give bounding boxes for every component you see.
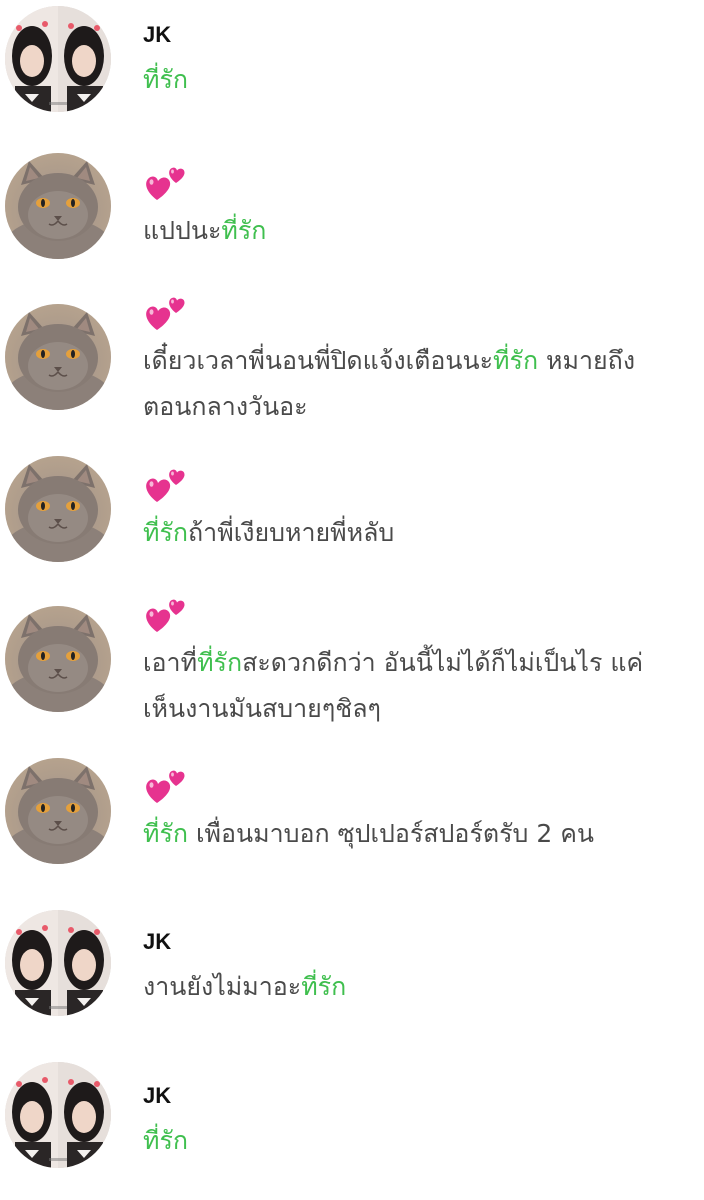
message-segment: เห็นงานมันสบายๆชิลๆ — [143, 694, 381, 723]
highlighted-keyword: ที่รัก — [143, 65, 189, 94]
message-content: JK ที่รัก — [143, 1083, 694, 1164]
message-content: เดี๋ยวเวลาพี่นอนพี่ปิดแจ้งเตือนนะที่รัก … — [143, 292, 694, 430]
highlighted-keyword: ที่รัก — [197, 648, 243, 677]
jk-photo-avatar[interactable] — [5, 1062, 111, 1168]
message-segment: เอาที่ — [143, 648, 198, 677]
message-segment: ตอนกลางวันอะ — [143, 392, 308, 421]
message-segment: เพื่อนมาบอก ซุปเปอร์สปอร์ตรับ 2 คน — [188, 819, 595, 848]
message-text[interactable]: ที่รัก — [143, 1118, 694, 1164]
highlighted-keyword: ที่รัก — [493, 346, 539, 375]
jk-photo-avatar[interactable] — [5, 6, 111, 112]
message-content: JK งานยังไม่มาอะที่รัก — [143, 929, 694, 1010]
cat-avatar[interactable] — [5, 606, 111, 712]
highlighted-keyword: ที่รัก — [143, 518, 189, 547]
two-hearts-icon — [143, 162, 187, 202]
sender-name: JK — [143, 929, 172, 954]
sender-name: JK — [143, 1083, 172, 1108]
jk-photo-avatar[interactable] — [5, 910, 111, 1016]
message-text[interactable]: งานยังไม่มาอะที่รัก — [143, 964, 694, 1010]
message-text[interactable]: แปปนะที่รัก — [143, 208, 694, 254]
two-hearts-icon — [143, 765, 187, 805]
highlighted-keyword: ที่รัก — [143, 1126, 189, 1155]
message-content: ที่รักถ้าพี่เงียบหายพี่หลับ — [143, 464, 694, 556]
highlighted-keyword: ที่รัก — [301, 972, 347, 1001]
message-text[interactable]: ที่รักถ้าพี่เงียบหายพี่หลับ — [143, 510, 694, 556]
two-hearts-icon — [143, 464, 187, 504]
message-content: JK ที่รัก — [143, 22, 694, 103]
message-text[interactable]: เอาที่ที่รักสะดวกดีกว่า อันนี้ไม่ได้ก็ไม… — [143, 640, 694, 732]
message-content: แปปนะที่รัก — [143, 162, 694, 254]
highlighted-keyword: ที่รัก — [143, 819, 189, 848]
message-segment: แปปนะ — [143, 216, 222, 245]
message-segment: งานยังไม่มาอะ — [143, 972, 302, 1001]
message-text[interactable]: ที่รัก — [143, 57, 694, 103]
cat-avatar[interactable] — [5, 456, 111, 562]
message-segment: สะดวกดีกว่า อันนี้ไม่ได้ก็ไม่เป็นไร แค่ — [242, 648, 644, 677]
message-segment: ถ้าพี่เงียบหายพี่หลับ — [188, 518, 395, 547]
two-hearts-icon — [143, 594, 187, 634]
sender-name: JK — [143, 22, 172, 47]
message-segment: เดี๋ยวเวลาพี่นอนพี่ปิดแจ้งเตือนนะ — [143, 346, 494, 375]
message-text[interactable]: เดี๋ยวเวลาพี่นอนพี่ปิดแจ้งเตือนนะที่รัก … — [143, 338, 694, 430]
highlighted-keyword: ที่รัก — [221, 216, 267, 245]
message-segment: หมายถึง — [538, 346, 636, 375]
cat-avatar[interactable] — [5, 304, 111, 410]
cat-avatar[interactable] — [5, 758, 111, 864]
two-hearts-icon — [143, 292, 187, 332]
message-content: เอาที่ที่รักสะดวกดีกว่า อันนี้ไม่ได้ก็ไม… — [143, 594, 694, 732]
message-content: ที่รัก เพื่อนมาบอก ซุปเปอร์สปอร์ตรับ 2 ค… — [143, 765, 694, 857]
message-text[interactable]: ที่รัก เพื่อนมาบอก ซุปเปอร์สปอร์ตรับ 2 ค… — [143, 811, 694, 857]
cat-avatar[interactable] — [5, 153, 111, 259]
